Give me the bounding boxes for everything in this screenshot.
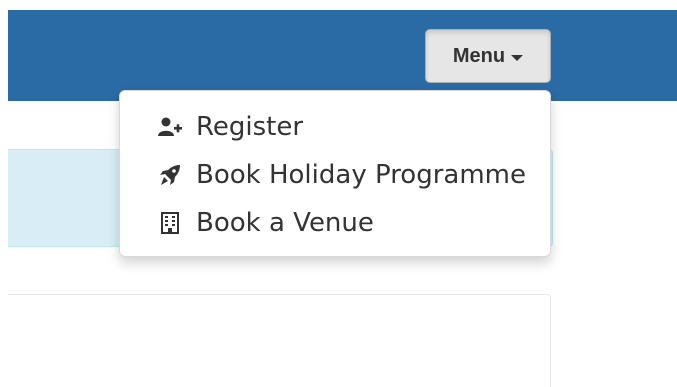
menu-button-label: Menu [452,44,506,67]
menu-item-label: Book a Venue [196,208,374,238]
menu-dropdown: Register Book Holiday Programme Book a V… [119,90,551,257]
menu-button[interactable]: Menu [425,29,551,83]
content-card [8,294,551,387]
menu-item-label: Book Holiday Programme [196,160,526,190]
caret-down-icon [511,54,524,61]
navbar [8,10,677,101]
menu-item-label: Register [196,112,304,142]
menu-item-book-holiday-programme[interactable]: Book Holiday Programme [120,151,550,199]
page: Menu Register Book Holiday Programme Boo… [0,0,677,387]
user-plus-icon [158,115,182,139]
menu-item-book-a-venue[interactable]: Book a Venue [120,199,550,247]
building-icon [158,211,182,235]
rocket-icon [158,163,182,187]
menu-item-register[interactable]: Register [120,103,550,151]
